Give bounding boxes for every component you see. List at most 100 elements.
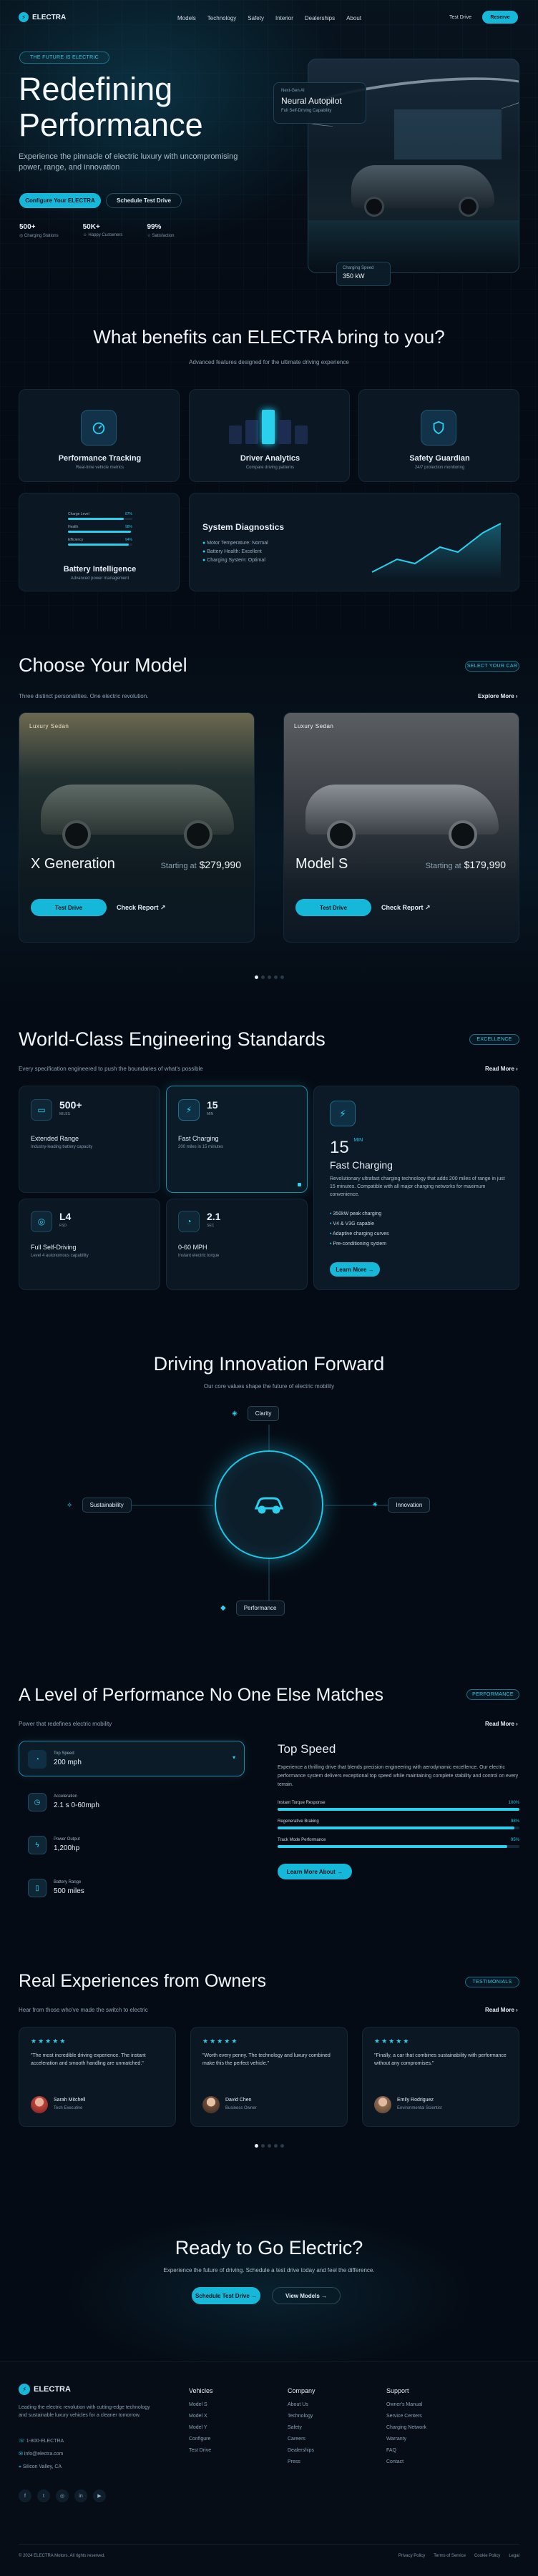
check-report-link[interactable]: Check Report ↗ — [117, 904, 166, 912]
cta-description: Experience the future of driving. Schedu… — [163, 2267, 375, 2273]
test-drive-button[interactable]: Test Drive — [295, 899, 371, 916]
model-price: $279,990 — [199, 859, 241, 870]
footer-brand[interactable]: ⚡ ELECTRA — [19, 2384, 71, 2395]
system-diagnostics-card[interactable]: System Diagnostics ● Motor Temperature: … — [189, 493, 519, 591]
innovation-hub — [215, 1450, 323, 1559]
engineering-read-more[interactable]: Read More › — [485, 1066, 518, 1072]
perf-detail: Top Speed Experience a thrilling drive t… — [278, 1741, 519, 1879]
nav-reserve-button[interactable]: Reserve — [482, 11, 518, 24]
carousel-dot[interactable] — [268, 2144, 271, 2148]
engineering-subtitle: Every specification engineered to push t… — [19, 1066, 203, 1072]
brand-logo[interactable]: ⚡ ELECTRA — [19, 12, 66, 22]
engineering-section: World-Class Engineering Standards EXCELL… — [0, 1001, 538, 1332]
mail-icon: ✉ — [19, 2452, 24, 2457]
models-pill: SELECT YOUR CAR — [465, 661, 519, 672]
testimonials-pill: TESTIMONIALS — [465, 1977, 519, 1987]
rating-stars: ★★★★★ — [374, 2037, 411, 2045]
testimonials-read-more[interactable]: Read More › — [485, 2007, 518, 2013]
node-innovation[interactable]: ✷ Innovation — [372, 1498, 431, 1513]
perf-item-acceleration[interactable]: ◷ Acceleration 2.1 s 0-60mph — [19, 1784, 245, 1819]
cta-schedule-button[interactable]: Schedule Test Drive → — [192, 2287, 260, 2304]
arrow-up-right-icon: ↗ — [160, 904, 166, 911]
spark-icon: ✷ — [372, 1501, 378, 1509]
perf-item-power[interactable]: ϟ Power Output 1,200hp — [19, 1827, 245, 1862]
carousel-dot[interactable] — [280, 975, 284, 979]
carousel-dot[interactable] — [261, 2144, 265, 2148]
model-badge: Luxury Sedan — [294, 723, 334, 729]
spec-card-acceleration[interactable]: ◔ 2.1 SEC 0-60 MPH Instant electric torq… — [166, 1199, 308, 1290]
cta-view-models-button[interactable]: View Models → — [272, 2287, 341, 2304]
carousel-dots — [255, 975, 284, 979]
hero-title: Redefining Performance — [19, 72, 203, 143]
car-icon: ▭ — [31, 1099, 52, 1121]
model-card-x-generation[interactable]: Luxury Sedan X Generation Starting at $2… — [19, 712, 255, 943]
performance-subtitle: Power that redefines electric mobility — [19, 1721, 112, 1727]
nav-link-dealerships[interactable]: Dealerships — [305, 15, 335, 21]
youtube-icon[interactable]: ▶ — [93, 2489, 106, 2502]
test-drive-button[interactable]: Test Drive — [31, 899, 107, 916]
facebook-icon[interactable]: f — [19, 2489, 31, 2502]
perf-item-top-speed[interactable]: ◔ Top Speed 200 mph ▾ — [19, 1741, 245, 1776]
arrow-right-icon: → — [368, 1266, 374, 1273]
footer: ⚡ ELECTRA Leading the electric revolutio… — [0, 2361, 538, 2576]
benefit-card-safety[interactable]: Safety Guardian 24/7 protection monitori… — [358, 389, 519, 482]
battery-bar-health: Health 98% — [68, 525, 132, 533]
carousel-dot[interactable] — [255, 2144, 258, 2148]
gem-icon: ◆ — [220, 1604, 226, 1612]
cta-section: Ready to Go Electric? Experience the fut… — [0, 2187, 538, 2361]
innovation-section: Driving Innovation Forward Our core valu… — [0, 1332, 538, 1671]
pin-icon: ◎ — [19, 234, 24, 238]
configure-button[interactable]: Configure Your ELECTRA — [19, 193, 101, 208]
benefits-subtitle: Advanced features designed for the ultim… — [189, 359, 349, 365]
spec-card-range[interactable]: ▭ 500+ MILES Extended Range Industry-lea… — [19, 1086, 160, 1193]
node-performance[interactable]: ◆ Performance — [220, 1601, 285, 1616]
learn-more-button[interactable]: Learn More → — [330, 1262, 380, 1277]
spec-card-self-driving[interactable]: ◎ L4 FSD Full Self-Driving Level 4 auton… — [19, 1199, 160, 1290]
lightning-icon: ⚡ — [178, 1099, 200, 1121]
bolt-icon: ϟ — [28, 1836, 47, 1854]
stat-customers: 50K+ ☺ Happy Customers — [82, 223, 123, 237]
check-report-link[interactable]: Check Report ↗ — [381, 904, 431, 912]
twitter-icon[interactable]: t — [37, 2489, 50, 2502]
node-clarity[interactable]: ◈ Clarity — [232, 1406, 280, 1421]
charging-speed-card: Charging Speed 350 kW — [336, 262, 391, 286]
arrow-right-icon: → — [337, 1868, 343, 1875]
nav-test-drive-link[interactable]: Test Drive — [449, 15, 471, 20]
lightning-icon: ⚡ — [19, 12, 29, 22]
carousel-dot[interactable] — [274, 975, 278, 979]
model-name: Model S — [295, 856, 348, 872]
instagram-icon[interactable]: ◎ — [56, 2489, 69, 2502]
spec-card-fast-charging[interactable]: ⚡ 15 MIN Fast Charging 200 miles in 15 m… — [166, 1086, 308, 1193]
battery-icon: ▯ — [28, 1879, 47, 1897]
benefits-title: What benefits can ELECTRA bring to you? — [93, 326, 445, 348]
nav-link-models[interactable]: Models — [177, 15, 196, 21]
brand-name: ELECTRA — [32, 13, 67, 21]
nav-link-interior[interactable]: Interior — [275, 15, 293, 21]
hero-description: Experience the pinnacle of electric luxu… — [19, 152, 238, 172]
explore-more-link[interactable]: Explore More › — [478, 693, 518, 699]
nav-link-about[interactable]: About — [346, 15, 361, 21]
hero-title-line2: Performance — [19, 107, 203, 143]
model-card-model-s[interactable]: Luxury Sedan Model S Starting at $179,99… — [283, 712, 519, 943]
performance-read-more[interactable]: Read More › — [485, 1721, 518, 1727]
diagnostics-trend-graphic — [371, 523, 502, 579]
battery-intelligence-card[interactable]: Charge Level 87% Health 98% Efficiency 94% … — [19, 493, 180, 591]
carousel-dot[interactable] — [261, 975, 265, 979]
learn-more-about-button[interactable]: Learn More About → — [278, 1864, 352, 1879]
schedule-test-drive-button[interactable]: Schedule Test Drive — [106, 193, 182, 208]
carousel-dot[interactable] — [274, 2144, 278, 2148]
benefit-card-analytics[interactable]: Driver Analytics Compare driving pattern… — [189, 389, 350, 482]
carousel-dot[interactable] — [255, 975, 258, 979]
benefit-card-performance[interactable]: Performance Tracking Real-time vehicle m… — [19, 389, 180, 482]
linkedin-icon[interactable]: in — [74, 2489, 87, 2502]
carousel-dot[interactable] — [280, 2144, 284, 2148]
nav-link-safety[interactable]: Safety — [248, 15, 264, 21]
perf-item-range[interactable]: ▯ Battery Range 500 miles — [19, 1869, 245, 1905]
performance-title: A Level of Performance No One Else Match… — [19, 1685, 383, 1705]
carousel-dot[interactable] — [268, 975, 271, 979]
node-sustainability[interactable]: ⟡ Sustainability — [67, 1498, 132, 1513]
avatar — [374, 2096, 391, 2113]
model-price: $179,990 — [464, 859, 506, 870]
arrow-right-icon: → — [251, 2292, 258, 2299]
nav-link-technology[interactable]: Technology — [207, 15, 236, 21]
